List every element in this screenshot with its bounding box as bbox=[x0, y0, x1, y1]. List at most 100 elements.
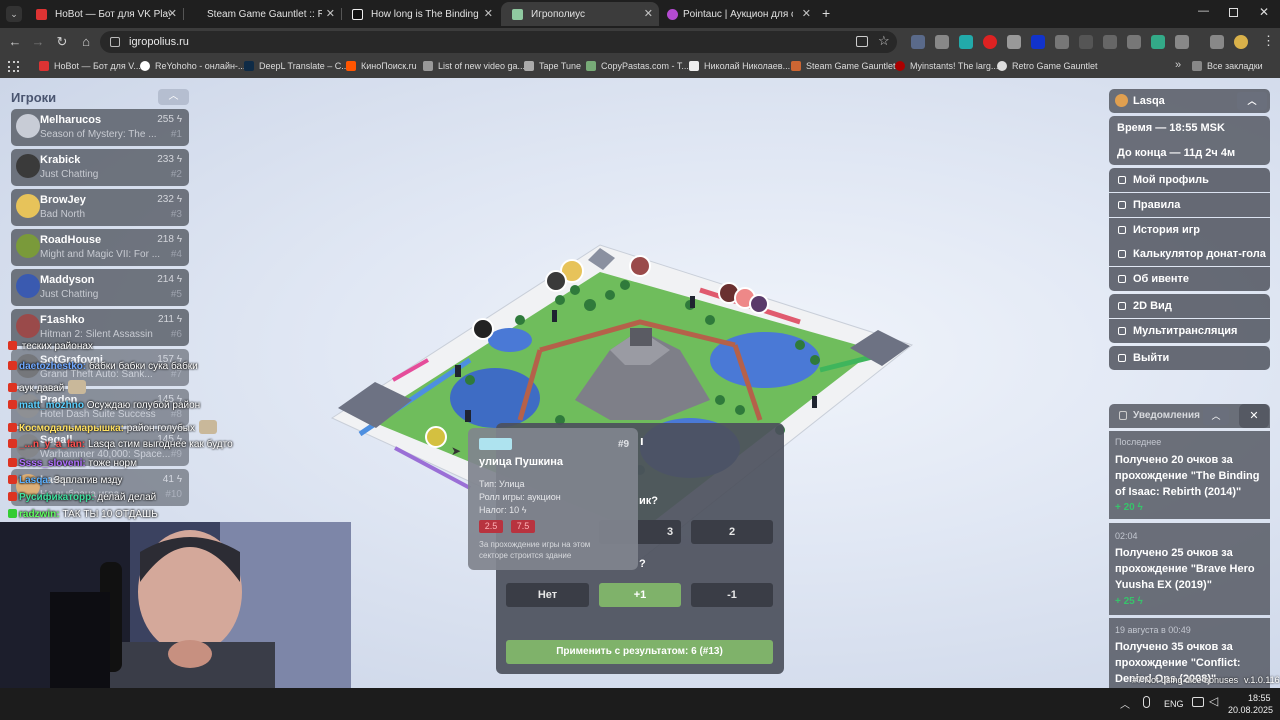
volume-icon[interactable]: ◁ bbox=[1209, 694, 1218, 708]
close-icon[interactable]: ✕ bbox=[484, 7, 493, 20]
no-button[interactable]: Нет bbox=[506, 583, 589, 607]
menu-multistream[interactable]: Мультитрансляция bbox=[1109, 319, 1270, 343]
dialog-question: ик? bbox=[639, 495, 658, 507]
clock-date[interactable]: 20.08.2025 bbox=[1228, 705, 1273, 715]
bookmark-item[interactable]: ReYohoho - онлайн-... bbox=[140, 61, 245, 71]
plus-one-button[interactable]: +1 bbox=[599, 583, 681, 607]
tab-hobot[interactable]: HoBot — Бот для VK Play Live ✕ bbox=[25, 2, 183, 26]
menu-logout[interactable]: Выйти bbox=[1109, 346, 1270, 370]
players-panel-title: Игроки bbox=[11, 90, 57, 105]
new-tab-button[interactable]: + bbox=[822, 5, 830, 21]
extension-icon[interactable] bbox=[1079, 35, 1093, 49]
player-card[interactable]: Maddyson Just Chatting 214 ϟ #5 bbox=[11, 269, 189, 306]
extension-icon[interactable] bbox=[983, 35, 997, 49]
chat-message: _...n_y_a_fan: Lasqa стим выгоднее как б… bbox=[8, 439, 233, 450]
extension-icon[interactable] bbox=[1007, 35, 1021, 49]
url-text[interactable]: igropolius.ru bbox=[129, 36, 189, 48]
extension-icon[interactable] bbox=[1031, 35, 1045, 49]
extensions-puzzle-icon[interactable] bbox=[1175, 35, 1189, 49]
minimize-button[interactable]: — bbox=[1198, 5, 1209, 17]
tab-pointauc[interactable]: Pointauc | Аукцион для стримо ✕ bbox=[659, 2, 817, 26]
menu-rules[interactable]: Правила bbox=[1109, 193, 1270, 217]
collapse-user-button[interactable]: ︿ bbox=[1237, 92, 1267, 110]
extension-icon[interactable] bbox=[1103, 35, 1117, 49]
bookmark-item[interactable]: Николай Николаев... bbox=[689, 61, 790, 71]
all-bookmarks-button[interactable]: Все закладки bbox=[1192, 61, 1263, 71]
player-card[interactable]: Krabick Just Chatting 233 ϟ #2 bbox=[11, 149, 189, 186]
tab-igropolius[interactable]: Игрополиус ✕ bbox=[501, 2, 659, 26]
bookmark-item[interactable]: CopyPastas.com - T... bbox=[586, 61, 689, 71]
close-icon[interactable]: ✕ bbox=[168, 7, 177, 20]
close-notifications-button[interactable]: ✕ bbox=[1239, 404, 1269, 428]
keyboard-language[interactable]: ENG bbox=[1164, 699, 1184, 709]
chevron-up-icon[interactable]: ︿ bbox=[1120, 696, 1130, 711]
extension-icon[interactable] bbox=[1151, 35, 1165, 49]
avatar bbox=[16, 274, 40, 298]
logout-icon bbox=[1118, 354, 1126, 362]
back-button[interactable]: ← bbox=[7, 34, 23, 49]
bookmark-item[interactable]: HoBot — Бот для V... bbox=[39, 61, 141, 71]
tab-list-button[interactable]: ⌄ bbox=[6, 6, 22, 22]
dice-option-2-button[interactable]: 2 bbox=[691, 520, 773, 544]
user-header[interactable]: Lasqa ︿ bbox=[1109, 89, 1270, 113]
footer-dice-bonus-label: #7 Not using dice bonuses bbox=[1132, 675, 1239, 685]
clock-time[interactable]: 18:55 bbox=[1248, 693, 1271, 703]
sector-color-badge bbox=[479, 438, 512, 450]
tab-steam-gauntlet[interactable]: Steam Game Gauntlet :: Random ✕ bbox=[183, 2, 341, 26]
menu-my-profile[interactable]: Мой профиль bbox=[1109, 168, 1270, 192]
close-window-button[interactable]: ✕ bbox=[1259, 5, 1269, 19]
bookmark-item[interactable]: КиноПоиск.ru bbox=[346, 61, 417, 71]
forward-button[interactable]: → bbox=[30, 34, 46, 49]
menu-games-history[interactable]: История игр bbox=[1109, 218, 1270, 242]
bookmark-item[interactable]: Tape Tune bbox=[524, 61, 581, 71]
tab-howlongtobeat[interactable]: How long is The Binding of Isaac ✕ bbox=[341, 2, 499, 26]
bookmark-item[interactable]: Myinstants! The larg... bbox=[895, 61, 998, 71]
install-icon[interactable] bbox=[856, 36, 868, 47]
microphone-icon[interactable] bbox=[1143, 696, 1150, 708]
chevron-up-icon: ︿ bbox=[1211, 411, 1221, 421]
network-icon[interactable] bbox=[1192, 697, 1204, 707]
lightning-icon: ϟ bbox=[176, 474, 182, 485]
close-icon[interactable]: ✕ bbox=[644, 7, 653, 20]
extension-icon[interactable] bbox=[935, 35, 949, 49]
maximize-button[interactable] bbox=[1229, 8, 1238, 17]
bookmark-item[interactable]: Retro Game Gauntlet bbox=[997, 61, 1098, 71]
until-end-label: До конца — 11д 2ч 4м bbox=[1117, 147, 1236, 159]
collapse-notifications-button[interactable]: ︿ bbox=[1203, 407, 1229, 425]
player-card[interactable]: BrowJey Bad North 232 ϟ #3 bbox=[11, 189, 189, 226]
apply-result-button[interactable]: Применить с результатом: 6 (#13) bbox=[506, 640, 773, 664]
profile-avatar-icon[interactable] bbox=[1234, 35, 1248, 49]
star-icon[interactable]: ☆ bbox=[878, 33, 890, 49]
dialog-title-fragment: ı bbox=[640, 433, 644, 448]
menu-kebab-icon[interactable]: ⋮ bbox=[1262, 33, 1275, 49]
dialog-question-fragment: ? bbox=[639, 558, 646, 570]
menu-2d-view[interactable]: 2D Вид bbox=[1109, 294, 1270, 318]
close-icon[interactable]: ✕ bbox=[326, 7, 335, 20]
site-info-icon[interactable] bbox=[110, 37, 120, 47]
menu-donation-calculator[interactable]: Калькулятор донат-гола bbox=[1109, 242, 1270, 266]
apps-grid-icon[interactable] bbox=[8, 61, 19, 72]
bookmark-item[interactable]: List of new video ga... bbox=[423, 61, 525, 71]
avatar bbox=[16, 314, 40, 338]
lightning-icon: ϟ bbox=[176, 194, 182, 205]
sector-tooltip: #9 улица Пушкина Тип: Улица Ролл игры: а… bbox=[468, 428, 638, 570]
bookmark-item[interactable]: DeepL Translate – C... bbox=[244, 61, 349, 71]
close-icon[interactable]: ✕ bbox=[802, 7, 811, 20]
player-card[interactable]: Melharucos Season of Mystery: The ... 25… bbox=[11, 109, 189, 146]
home-button[interactable]: ⌂ bbox=[78, 34, 94, 49]
profile-icon bbox=[1118, 176, 1126, 184]
address-bar[interactable] bbox=[100, 31, 897, 53]
menu-about-event[interactable]: Об ивенте bbox=[1109, 267, 1270, 291]
reload-button[interactable]: ↻ bbox=[54, 34, 70, 50]
extension-icon[interactable] bbox=[1127, 35, 1141, 49]
media-controls-icon[interactable] bbox=[1210, 35, 1224, 49]
bookmark-item[interactable]: Steam Game Gauntlet bbox=[791, 61, 896, 71]
extension-icon[interactable] bbox=[911, 35, 925, 49]
minus-one-button[interactable]: -1 bbox=[691, 583, 773, 607]
lightning-icon: ϟ bbox=[1137, 596, 1143, 607]
extension-icon[interactable] bbox=[959, 35, 973, 49]
collapse-players-button[interactable]: ︿ bbox=[158, 89, 189, 105]
player-card[interactable]: RoadHouse Might and Magic VII: For ... 2… bbox=[11, 229, 189, 266]
extension-icon[interactable] bbox=[1055, 35, 1069, 49]
bookmarks-overflow-icon[interactable]: » bbox=[1175, 59, 1181, 71]
